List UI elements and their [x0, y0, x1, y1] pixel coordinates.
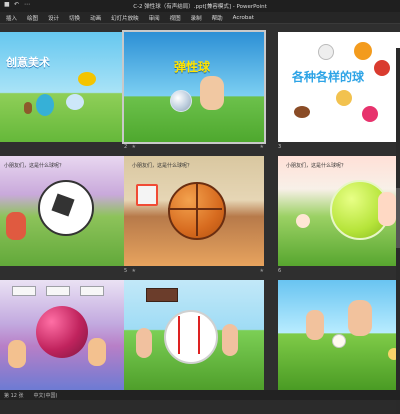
- tab-record[interactable]: 录制: [191, 14, 202, 22]
- slide-title: 创意美术: [6, 56, 50, 69]
- slide-thumbnail[interactable]: 创意美术: [0, 32, 136, 142]
- slide-thumbnail[interactable]: 弹性球: [122, 30, 266, 144]
- tab-transition[interactable]: 切换: [69, 14, 80, 22]
- slide-number: 3: [278, 144, 282, 150]
- tab-animation[interactable]: 动画: [90, 14, 101, 22]
- tab-draw[interactable]: 绘图: [27, 14, 38, 22]
- slide-caption: 小朋友们，这是什么球呢？: [286, 163, 347, 169]
- tab-insert[interactable]: 插入: [6, 14, 17, 22]
- title-bar: ■ ↶ ⋯ C-2 弹性球（有声结局）.ppt[兼容模式] - PowerPoi…: [0, 0, 400, 12]
- slide-title: 弹性球: [174, 60, 211, 74]
- tab-slideshow[interactable]: 幻灯片放映: [111, 14, 139, 22]
- slide-item-6[interactable]: 小朋友们，这是什么球呢？ 6 ★: [278, 156, 400, 274]
- slide-thumbnail[interactable]: 小朋友们，这是什么球呢？: [278, 156, 400, 266]
- tab-help[interactable]: 帮助: [212, 14, 223, 22]
- slide-item-4[interactable]: 小朋友们，这是什么球呢？ 4 ★: [0, 156, 136, 274]
- tab-design[interactable]: 设计: [48, 14, 59, 22]
- slide-thumbnail[interactable]: [124, 280, 264, 390]
- window-title: C-2 弹性球（有声结局）.ppt[兼容模式] - PowerPoint: [133, 4, 267, 10]
- slide-caption: 小朋友们，这是什么球呢？: [132, 163, 193, 169]
- slide-item-3[interactable]: 各种各样的球 3 ★: [278, 32, 400, 150]
- slide-thumbnail[interactable]: [278, 280, 400, 390]
- vertical-scrollbar[interactable]: [396, 48, 400, 414]
- slide-caption: 小朋友们，这是什么球呢？: [4, 163, 65, 169]
- slide-title: 各种各样的球: [292, 70, 365, 84]
- ribbon-tabs: 插入 绘图 设计 切换 动画 幻灯片放映 审阅 视图 录制 帮助 Acrobat: [0, 12, 400, 24]
- status-bar: 第 12 张 中文(中国): [0, 390, 400, 400]
- slide-number: 2: [124, 144, 128, 150]
- slide-item-2[interactable]: 弹性球 2 ★: [122, 30, 266, 150]
- slide-sorter-pane: 创意美术 1 ★ 弹性球 2 ★ 各种各样的球 3 ★: [0, 24, 400, 414]
- slide-star-icon: ★: [259, 268, 264, 274]
- scrollbar-thumb[interactable]: [396, 188, 400, 248]
- tab-review[interactable]: 审阅: [149, 14, 160, 22]
- slide-thumbnail[interactable]: [0, 280, 136, 390]
- slide-thumbnail[interactable]: 各种各样的球: [278, 32, 400, 142]
- slide-item-8[interactable]: 8 ★: [124, 280, 264, 398]
- slide-item-5[interactable]: 小朋友们，这是什么球呢？ 5 ★: [124, 156, 264, 274]
- slide-counter: 第 12 张: [4, 392, 24, 399]
- slide-item-1[interactable]: 创意美术 1 ★: [0, 32, 136, 150]
- slide-number: 6: [278, 268, 282, 274]
- slide-star-icon: ★: [259, 144, 264, 150]
- slide-item-7[interactable]: 7 ★: [0, 280, 136, 398]
- tab-acrobat[interactable]: Acrobat: [233, 15, 254, 21]
- slide-number: 5: [124, 268, 128, 274]
- tab-view[interactable]: 视图: [170, 14, 181, 22]
- language-indicator: 中文(中国): [33, 392, 58, 399]
- slide-thumbnail[interactable]: 小朋友们，这是什么球呢？: [124, 156, 264, 266]
- slide-item-9[interactable]: 9 ★: [278, 280, 400, 398]
- slide-thumbnail[interactable]: 小朋友们，这是什么球呢？: [0, 156, 136, 266]
